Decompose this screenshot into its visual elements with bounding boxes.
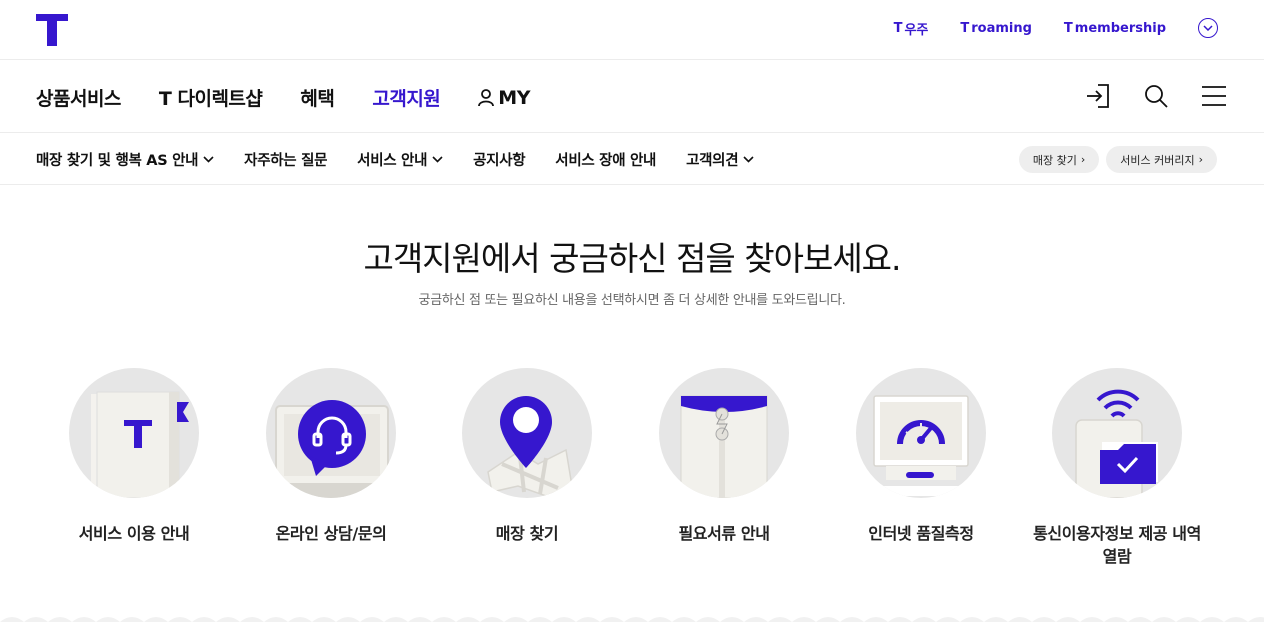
top-utility-bar: T 우주 T roaming T membership [0,0,1264,60]
chevron-down-icon [203,156,214,163]
t-logo-icon[interactable] [36,14,68,46]
gnb-menu: 상품서비스 T 다이렉트샵 혜택 고객지원 MY [36,84,568,111]
guide-book-icon [91,391,189,498]
lnb-item-service-guide[interactable]: 서비스 안내 [357,149,443,170]
document-envelope-icon [680,395,768,498]
card-icon-circle [659,368,789,498]
main-navigation: 상품서비스 T 다이렉트샵 혜택 고객지원 MY [0,60,1264,133]
gnb-actions [1084,82,1228,110]
gnb-item-benefits[interactable]: 혜택 [300,84,334,111]
util-link-label: membership [1074,20,1166,36]
chevron-down-icon [743,156,754,163]
lnb-item-label: 고객의견 [686,153,739,169]
card-online-consult[interactable]: 온라인 상담/문의 [235,368,427,545]
card-icon-circle [856,368,986,498]
hamburger-menu-icon [1202,86,1226,106]
headset-chat-icon [275,400,389,498]
card-service-guide[interactable]: 서비스 이용 안내 [38,368,230,545]
menu-button[interactable] [1200,82,1228,110]
chevron-down-icon [1203,25,1213,31]
lnb-item-outage[interactable]: 서비스 장애 안내 [555,149,656,170]
card-icon-circle [69,368,199,498]
util-link-woozoo[interactable]: T 우주 [894,19,929,38]
lnb-item-label: 서비스 안내 [357,153,428,169]
quick-links: 매장 찾기 › 서비스 커버리지 › [1018,146,1217,173]
card-icon-circle [1052,368,1182,498]
card-label: 매장 찾기 [495,524,559,543]
lnb-item-label: 매장 찾기 및 행복 AS 안내 [36,153,199,169]
card-label: 온라인 상담/문의 [275,524,387,543]
util-link-mark: T [893,20,903,36]
utility-links: T 우주 T roaming T membership [894,18,1218,38]
util-link-mark: T [1063,20,1073,36]
chevron-right-icon: › [1198,153,1203,166]
gnb-item-direct-shop[interactable]: T 다이렉트샵 [159,84,263,111]
chevron-right-icon: › [1080,153,1086,166]
quick-coverage-button[interactable]: 서비스 커버리지 › [1106,146,1217,173]
card-internet-speed[interactable]: 인터넷 품질측정 [825,368,1017,545]
login-button[interactable] [1084,82,1112,110]
lnb-menu: 매장 찾기 및 행복 AS 안내 자주하는 질문 서비스 안내 공지사항 서비스… [36,149,784,170]
quick-btn-label: 서비스 커버리지 [1120,153,1195,167]
card-label: 필요서류 안내 [678,524,770,543]
support-menu-grid: 서비스 이용 안내 온라인 상담/문의 매장 찾기 필요서류 안내 인터넷 품질… [38,368,1228,578]
card-store-finder[interactable]: 매장 찾기 [431,368,623,545]
util-link-membership[interactable]: T membership [1064,21,1166,36]
lnb-item-feedback[interactable]: 고객의견 [686,149,754,170]
gnb-item-my[interactable]: MY [478,87,530,109]
wifi-folder-icon [1075,389,1158,498]
chevron-down-icon [432,156,443,163]
speed-gauge-icon [873,395,969,496]
card-label: 통신이용자정보 제공 내역 열람 [1033,524,1201,566]
search-icon [1145,85,1168,108]
util-link-label: roaming [971,20,1032,36]
util-link-roaming[interactable]: T roaming [960,21,1032,36]
sub-navigation: 매장 찾기 및 행복 AS 안내 자주하는 질문 서비스 안내 공지사항 서비스… [0,133,1264,185]
footer-wave-divider [0,617,1264,622]
util-link-label: 우주 [904,22,929,38]
lnb-item-notice[interactable]: 공지사항 [473,149,525,170]
lnb-item-label: 서비스 장애 안내 [555,153,657,169]
lnb-item-label: 자주하는 질문 [244,153,328,169]
login-icon [1087,84,1109,108]
card-documents[interactable]: 필요서류 안내 [628,368,820,545]
card-user-info-history[interactable]: 통신이용자정보 제공 내역 열람 [1021,368,1213,568]
page-subtitle: 궁금하신 점 또는 필요하신 내용을 선택하시면 좀 더 상세한 안내를 도와드… [418,293,846,308]
card-icon-circle [462,368,592,498]
util-expand-button[interactable] [1198,18,1218,38]
gnb-item-label: MY [498,86,530,109]
quick-store-finder-button[interactable]: 매장 찾기 › [1018,146,1100,173]
util-link-mark: T [960,20,970,36]
lnb-item-faq[interactable]: 자주하는 질문 [244,149,327,170]
gnb-item-products[interactable]: 상품서비스 [36,84,121,111]
card-icon-circle [266,368,396,498]
search-button[interactable] [1142,82,1170,110]
lnb-item-store-as[interactable]: 매장 찾기 및 행복 AS 안내 [36,149,214,170]
gnb-item-support[interactable]: 고객지원 [372,84,440,111]
lnb-item-label: 공지사항 [473,153,526,169]
person-icon [478,88,495,106]
card-label: 인터넷 품질측정 [868,524,974,543]
map-pin-icon [487,396,573,497]
card-label: 서비스 이용 안내 [78,524,190,543]
quick-btn-label: 매장 찾기 [1032,153,1077,167]
page-title: 고객지원에서 궁금하신 점을 찾아보세요. [363,239,901,278]
